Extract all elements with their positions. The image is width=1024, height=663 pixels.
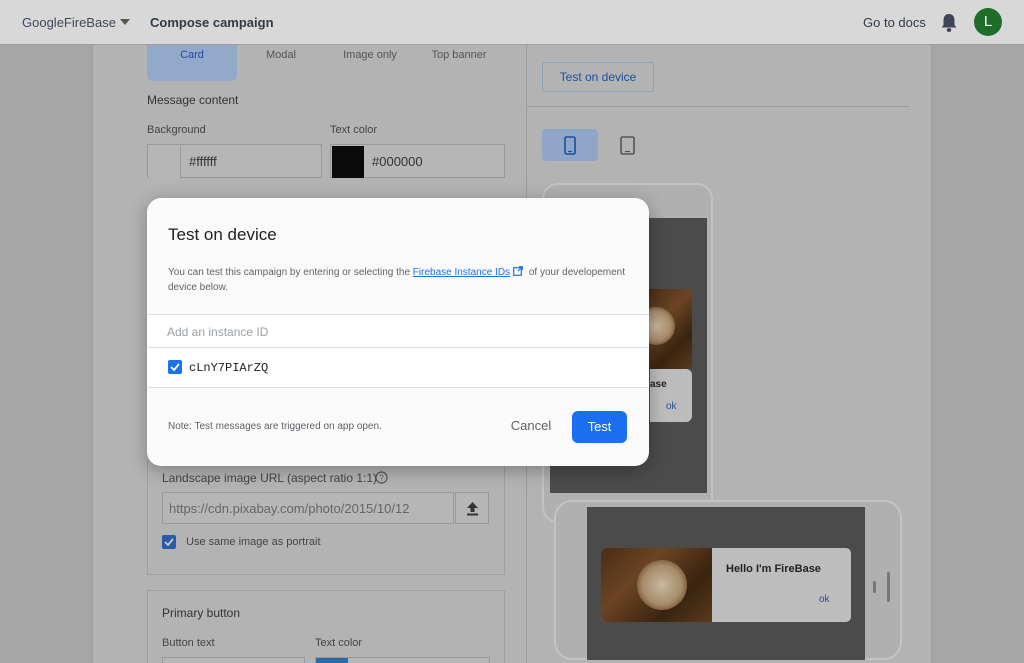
button-text-color-label: Text color xyxy=(315,637,363,649)
go-to-docs-link[interactable]: Go to docs xyxy=(863,15,926,30)
test-button[interactable]: Test xyxy=(572,411,627,443)
text-color-label: Text color xyxy=(330,124,378,136)
top-app-bar: GoogleFireBase Compose campaign Go to do… xyxy=(0,0,1024,45)
test-on-device-button[interactable]: Test on device xyxy=(542,62,654,92)
tablet-icon xyxy=(620,136,635,155)
list-item[interactable]: cLnY7PIArZQ xyxy=(147,348,649,388)
phone-side-button xyxy=(873,581,876,593)
latte-art xyxy=(637,560,687,610)
instance-id-input[interactable] xyxy=(167,323,627,341)
tab-top-banner[interactable]: Top banner xyxy=(414,45,504,81)
background-color-value: #ffffff xyxy=(189,154,217,169)
color-swatch[interactable] xyxy=(316,658,348,663)
dialog-note: Note: Test messages are triggered on app… xyxy=(168,421,382,432)
text-color-field[interactable]: #000000 xyxy=(330,144,505,178)
instance-id-checkbox[interactable] xyxy=(168,360,182,374)
button-text-label: Button text xyxy=(162,637,215,649)
color-swatch[interactable] xyxy=(149,146,181,178)
instance-id-value: cLnY7PIArZQ xyxy=(189,361,269,375)
tab-card[interactable]: Card xyxy=(147,45,237,81)
landscape-url-value: https://cdn.pixabay.com/photo/2015/10/12 xyxy=(169,501,410,516)
portrait-card-title: ase xyxy=(650,379,667,390)
landscape-card-title: Hello I'm FireBase xyxy=(726,563,821,575)
test-on-device-dialog: Test on device You can test this campaig… xyxy=(147,198,649,466)
color-swatch[interactable] xyxy=(332,146,364,178)
upload-icon xyxy=(467,502,478,516)
same-image-checkbox[interactable] xyxy=(162,535,176,549)
phone-side-button xyxy=(887,572,890,602)
dialog-description: You can test this campaign by entering o… xyxy=(168,265,628,295)
help-icon[interactable]: ? xyxy=(375,471,388,484)
same-image-label: Use same image as portrait xyxy=(186,536,321,548)
tab-modal[interactable]: Modal xyxy=(236,45,326,81)
landscape-url-label: Landscape image URL (aspect ratio 1:1) xyxy=(162,471,378,485)
instance-ids-link[interactable]: Firebase Instance IDs xyxy=(413,267,510,278)
coffee-image xyxy=(637,289,692,369)
tab-label: Modal xyxy=(266,49,296,61)
message-content-heading: Message content xyxy=(147,93,239,107)
primary-button-heading: Primary button xyxy=(162,606,241,620)
landscape-card-ok: ok xyxy=(819,594,830,605)
chevron-down-icon[interactable] xyxy=(120,19,130,25)
tablet-view-toggle[interactable] xyxy=(600,129,656,161)
portrait-card-ok: ok xyxy=(666,401,677,412)
project-selector[interactable]: GoogleFireBase xyxy=(22,15,116,30)
tab-label: Top banner xyxy=(431,49,487,61)
background-label: Background xyxy=(147,124,206,136)
avatar[interactable]: L xyxy=(974,8,1002,36)
description-text: You can test this campaign by entering o… xyxy=(168,267,413,278)
button-text-input[interactable] xyxy=(162,657,305,663)
text-color-value: #000000 xyxy=(372,154,423,169)
page-title: Compose campaign xyxy=(150,15,274,30)
upload-button[interactable] xyxy=(455,492,489,524)
coffee-image xyxy=(601,548,712,622)
phone-view-toggle[interactable] xyxy=(542,129,598,161)
bell-icon[interactable] xyxy=(940,13,958,33)
external-link-icon[interactable] xyxy=(513,266,523,276)
tab-image-only[interactable]: Image only xyxy=(325,45,415,81)
svg-text:?: ? xyxy=(379,474,384,483)
portrait-card-body: ase ok xyxy=(650,369,692,422)
check-icon xyxy=(170,363,180,372)
button-text-color-field[interactable] xyxy=(315,657,490,663)
cancel-button[interactable]: Cancel xyxy=(501,411,561,441)
tab-label: Card xyxy=(180,49,204,61)
landscape-card-preview: Hello I'm FireBase ok xyxy=(601,548,851,622)
tab-label: Image only xyxy=(343,49,397,61)
phone-icon xyxy=(564,136,576,155)
instance-id-row xyxy=(147,314,649,348)
landscape-url-input[interactable]: https://cdn.pixabay.com/photo/2015/10/12 xyxy=(162,492,454,524)
primary-button-section xyxy=(147,590,505,663)
check-icon xyxy=(164,538,174,547)
dialog-title: Test on device xyxy=(168,225,277,244)
background-color-field[interactable]: #ffffff xyxy=(147,144,322,178)
